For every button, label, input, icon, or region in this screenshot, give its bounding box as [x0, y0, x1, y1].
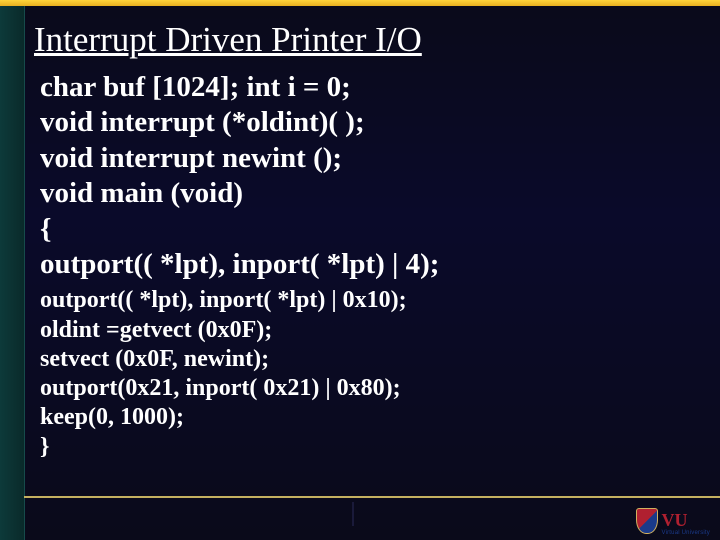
code-line: {	[40, 212, 700, 247]
code-line: setvect (0x0F, newint);	[40, 345, 700, 374]
code-line: }	[40, 433, 700, 462]
code-line: void main (void)	[40, 176, 700, 211]
bottom-divider-bar	[24, 496, 720, 502]
code-block-small: outport(( *lpt), inport( *lpt) | 0x10); …	[40, 286, 700, 462]
code-line: void interrupt (*oldint)( );	[40, 105, 700, 140]
logo-initials: VU	[661, 511, 687, 529]
slide: Interrupt Driven Printer I/O char buf [1…	[0, 0, 720, 540]
bottom-center-tick	[352, 502, 354, 526]
logo-subtitle: Virtual University	[661, 530, 710, 536]
code-line: outport(( *lpt), inport( *lpt) | 0x10);	[40, 286, 700, 315]
slide-body: char buf [1024]; int i = 0; void interru…	[40, 70, 700, 462]
code-line: void interrupt newint ();	[40, 141, 700, 176]
code-line: char buf [1024]; int i = 0;	[40, 70, 700, 105]
top-accent-bar	[0, 0, 720, 6]
code-line: outport(0x21, inport( 0x21) | 0x80);	[40, 374, 700, 403]
code-line: oldint =getvect (0x0F);	[40, 316, 700, 345]
logo-text: VU Virtual University	[661, 511, 710, 536]
left-accent-bar	[0, 6, 25, 540]
shield-icon	[636, 508, 658, 534]
code-line: keep(0, 1000);	[40, 403, 700, 432]
slide-title: Interrupt Driven Printer I/O	[34, 20, 422, 60]
vu-logo: VU Virtual University	[636, 508, 710, 536]
code-block-large: char buf [1024]; int i = 0; void interru…	[40, 70, 700, 282]
code-line: outport(( *lpt), inport( *lpt) | 4);	[40, 247, 700, 282]
logo-crest-icon	[636, 508, 658, 536]
